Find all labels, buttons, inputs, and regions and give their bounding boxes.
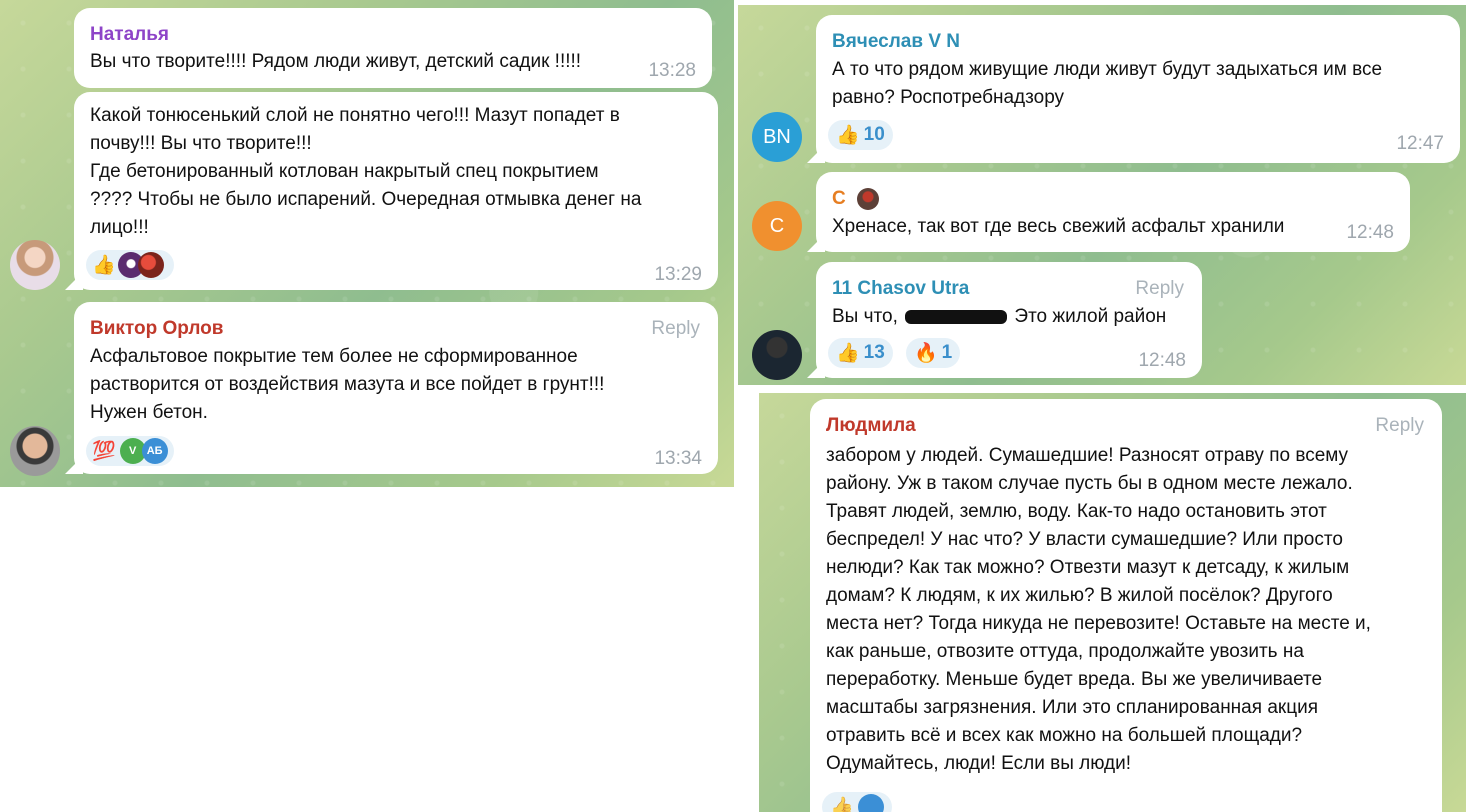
reactor-avatar-icon: АБ (141, 438, 168, 464)
text-line: А то что рядом живущие люди живут будут … (832, 59, 1383, 80)
message-time: 13:28 (648, 60, 696, 81)
author-name[interactable]: С (832, 188, 880, 210)
text-line: домам? К людям, к их жилью? В жилой посё… (826, 585, 1333, 606)
reaction-pill[interactable]: 💯 V АБ (86, 436, 174, 466)
text-line: равно? Роспотребнадзору (832, 87, 1065, 108)
avatar[interactable] (752, 330, 802, 380)
avatar-initials: C (769, 214, 785, 237)
reaction-pill[interactable]: 👍 10 (828, 120, 893, 150)
message-text: Какой тонюсенький слой не понятно чего!!… (90, 102, 641, 242)
reaction-count: 1 (941, 342, 953, 363)
emoji-status-icon (857, 188, 880, 210)
reaction-pill[interactable]: 🔥 1 (906, 338, 961, 368)
chat-panel-right-bottom: Людмила Reply забором у людей. Сумашедши… (759, 393, 1466, 812)
message-bubble-natalya[interactable]: Наталья Вы что творите!!!! Рядом люди жи… (74, 8, 712, 88)
author-name[interactable]: 11 Chasov Utra (832, 278, 969, 300)
message-bubble-11-chasov[interactable]: 11 Chasov Utra Reply Вы что, Это жилой р… (816, 262, 1202, 378)
message-bubble-vyacheslav[interactable]: Вячеслав V N А то что рядом живущие люди… (816, 15, 1460, 163)
message-bubble-s[interactable]: С Хренасе, так вот где весь свежий асфал… (816, 172, 1410, 252)
text-line: району. Уж в таком случае пусть бы в одн… (826, 473, 1353, 494)
reply-button[interactable]: Reply (651, 318, 700, 340)
text-line: беспредел! У нас что? У власти сумашедши… (826, 529, 1343, 550)
message-text: А то что рядом живущие люди живут будут … (832, 56, 1382, 112)
chat-panel-left: Наталья Вы что творите!!!! Рядом люди жи… (0, 0, 734, 487)
thumbs-up-icon: 👍 (92, 254, 116, 276)
message-bubble-lyudmila[interactable]: Людмила Reply забором у людей. Сумашедши… (810, 399, 1442, 812)
avatar-initials: BN (763, 125, 791, 148)
avatar[interactable]: BN (752, 112, 802, 162)
message-text: забором у людей. Сумашедшие! Разносят от… (826, 442, 1371, 778)
fire-icon: 🔥 (914, 342, 938, 364)
text-after: Это жилой район (1014, 306, 1167, 327)
text-line: переработку. Меньше будет вреда. Вы же у… (826, 669, 1323, 690)
text-line: масштабы загрязнения. Или это спланирова… (826, 697, 1318, 718)
reaction-pill[interactable]: 👍 (822, 792, 892, 812)
text-line: Какой тонюсенький слой не понятно чего!!… (90, 105, 620, 126)
author-name[interactable]: Вячеслав V N (832, 31, 960, 53)
text-line: отравить всё и всех как можно на большей… (826, 725, 1303, 746)
author-name-text: С (832, 188, 846, 210)
text-line: Травят людей, землю, воду. Как-то надо о… (826, 501, 1327, 522)
reaction-pill[interactable]: 👍 (86, 250, 174, 280)
text-line: ???? Чтобы не было испарений. Очередная … (90, 189, 642, 210)
text-line: забором у людей. Сумашедшие! Разносят от… (826, 445, 1349, 466)
sticker-avatar-icon (137, 252, 164, 278)
avatar[interactable] (10, 240, 60, 290)
author-name[interactable]: Наталья (90, 24, 169, 46)
text-line: места нет? Тогда никуда не перевозите! О… (826, 613, 1371, 634)
reply-button[interactable]: Reply (1135, 278, 1184, 300)
author-name[interactable]: Виктор Орлов (90, 318, 223, 340)
thumbs-up-icon: 👍 (836, 124, 860, 146)
message-time: 12:48 (1346, 222, 1394, 243)
text-line: лицо!!! (90, 217, 149, 238)
reply-button[interactable]: Reply (1375, 415, 1424, 437)
reaction-count: 13 (863, 342, 885, 363)
hundred-points-icon: 💯 (92, 440, 116, 462)
message-time: 12:47 (1396, 133, 1444, 154)
text-line: Нужен бетон. (90, 402, 208, 423)
text-line: нелюди? Как так можно? Отвезти мазут к д… (826, 557, 1350, 578)
redaction-mark (905, 309, 1008, 324)
reactor-avatar-icon (857, 794, 884, 812)
message-time: 13:34 (654, 448, 702, 469)
text-line: Одумайтесь, люди! Если вы люди! (826, 753, 1132, 774)
message-bubble-viktor[interactable]: Виктор Орлов Reply Асфальтовое покрытие … (74, 302, 718, 474)
avatar[interactable] (10, 426, 60, 476)
message-bubble-natalya-2[interactable]: Какой тонюсенький слой не понятно чего!!… (74, 92, 718, 290)
reaction-pill[interactable]: 👍 13 (828, 338, 893, 368)
chat-panel-right-top: Вячеслав V N А то что рядом живущие люди… (738, 5, 1466, 385)
message-text: Вы что творите!!!! Рядом люди живут, дет… (90, 51, 582, 72)
thumbs-up-icon: 👍 (836, 342, 860, 364)
text-line: Где бетонированный котлован накрытый спе… (90, 161, 599, 182)
text-before: Вы что, (832, 306, 898, 327)
text-line: растворится от воздействия мазута и все … (90, 374, 605, 395)
message-time: 13:29 (654, 264, 702, 285)
thumbs-up-icon: 👍 (830, 796, 854, 812)
reaction-count: 10 (863, 124, 885, 145)
text-line: как раньше, отвозите оттуда, продолжайте… (826, 641, 1304, 662)
avatar[interactable]: C (752, 201, 802, 251)
message-time: 12:48 (1138, 350, 1186, 371)
message-text: Вы что, Это жилой район (832, 303, 1166, 331)
text-line: Асфальтовое покрытие тем более не сформи… (90, 346, 578, 367)
message-text: Хренасе, так вот где весь свежий асфальт… (832, 216, 1285, 237)
message-text: Асфальтовое покрытие тем более не сформи… (90, 343, 604, 427)
text-line: почву!!! Вы что творите!!! (90, 133, 312, 154)
author-name[interactable]: Людмила (826, 415, 916, 437)
